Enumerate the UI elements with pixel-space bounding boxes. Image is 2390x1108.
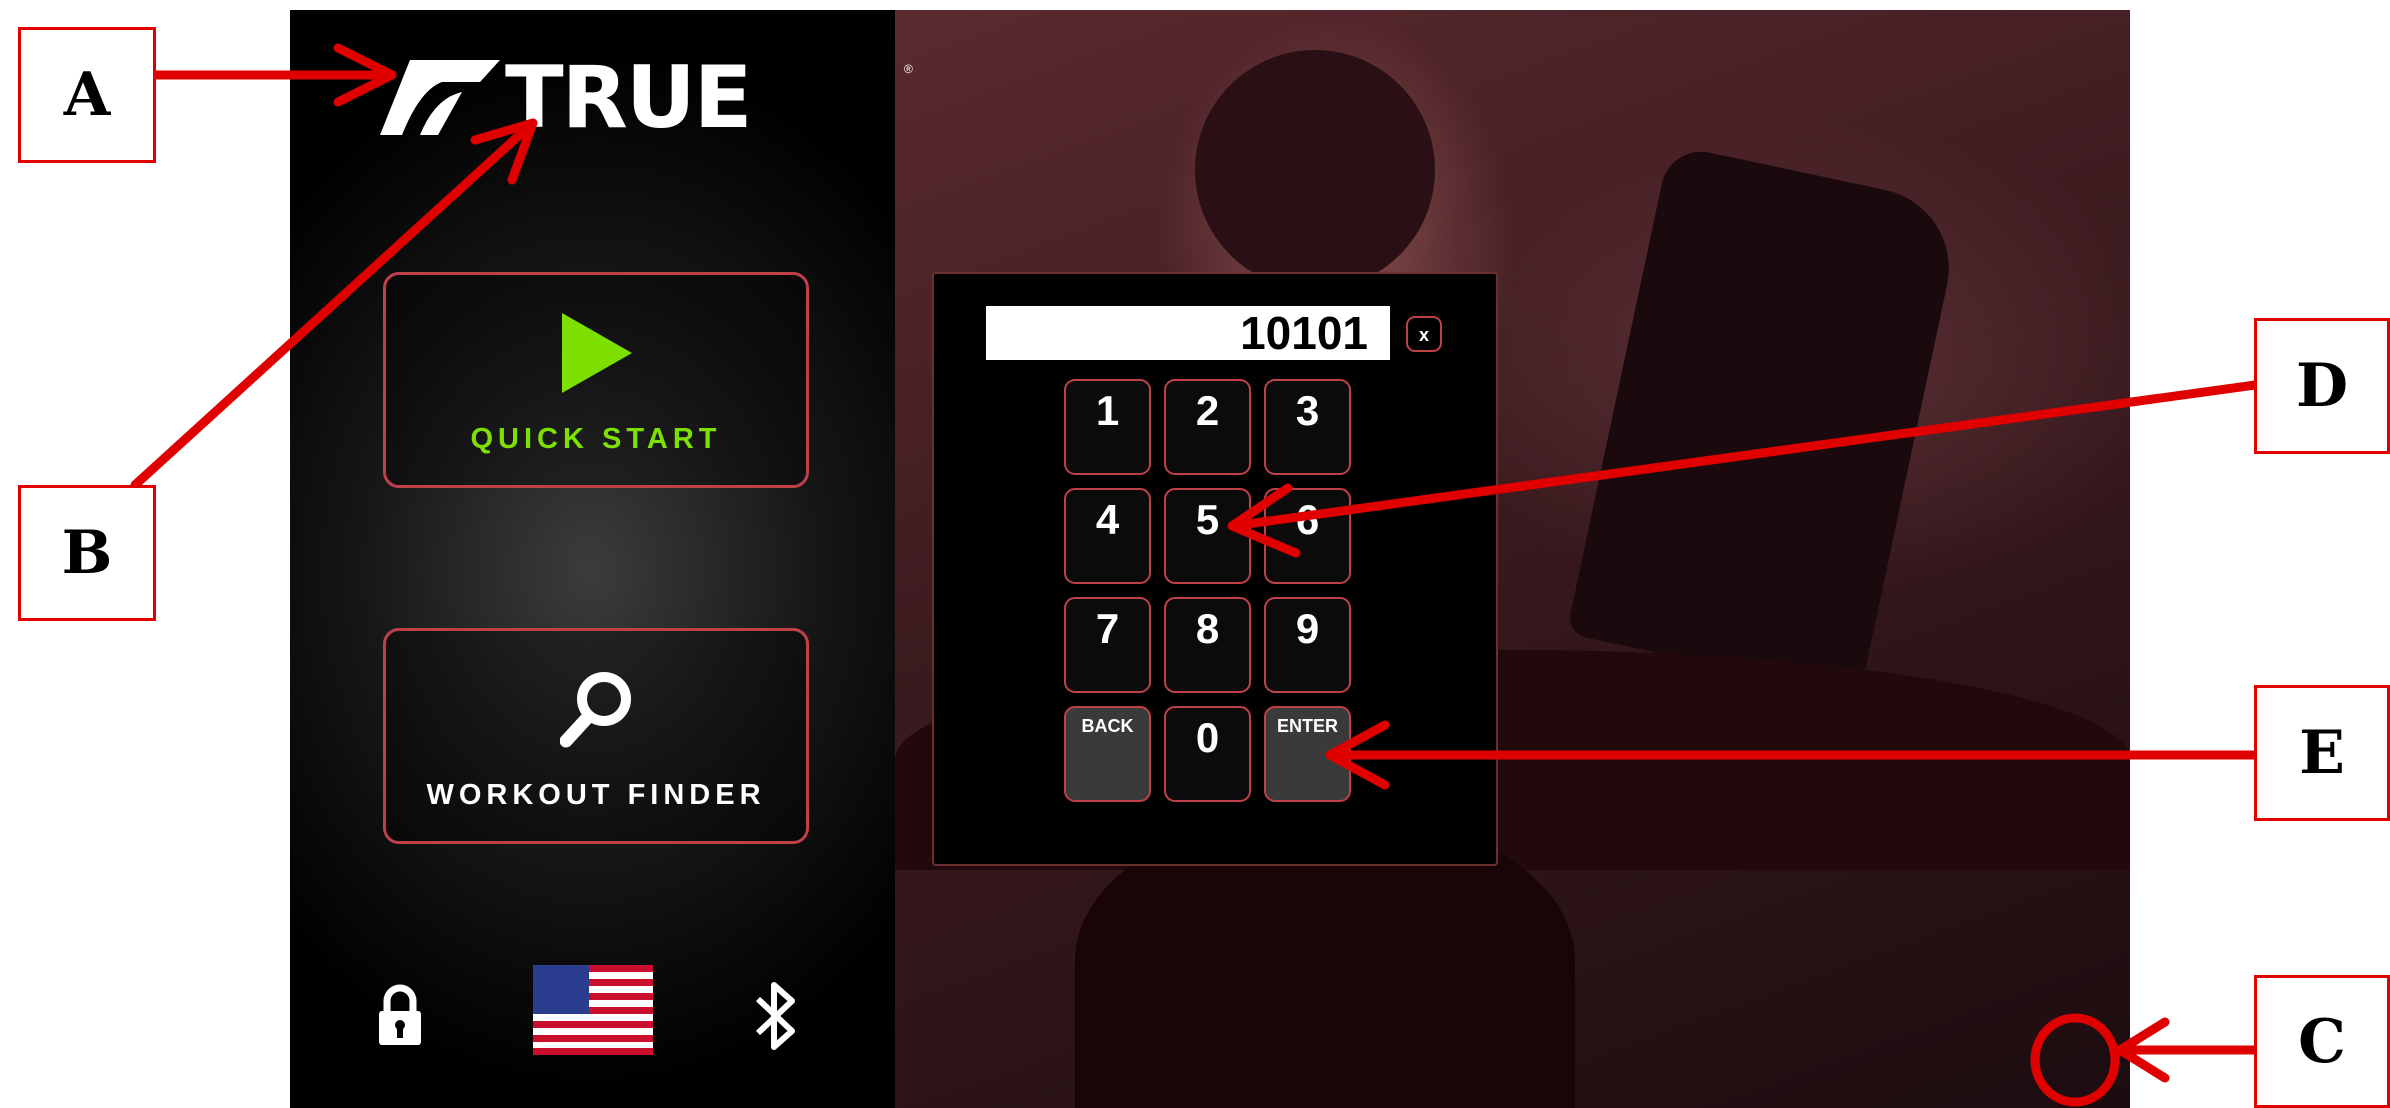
callout-d: D (2254, 318, 2390, 454)
arrow-d (1235, 380, 2260, 530)
circle-c (2030, 1013, 2120, 1107)
callout-a: A (18, 27, 156, 163)
callout-b: B (18, 485, 156, 621)
arrow-b (130, 125, 530, 490)
callout-c: C (2254, 975, 2390, 1108)
annotation-arrows (130, 43, 2260, 1107)
callout-e: E (2254, 685, 2390, 821)
